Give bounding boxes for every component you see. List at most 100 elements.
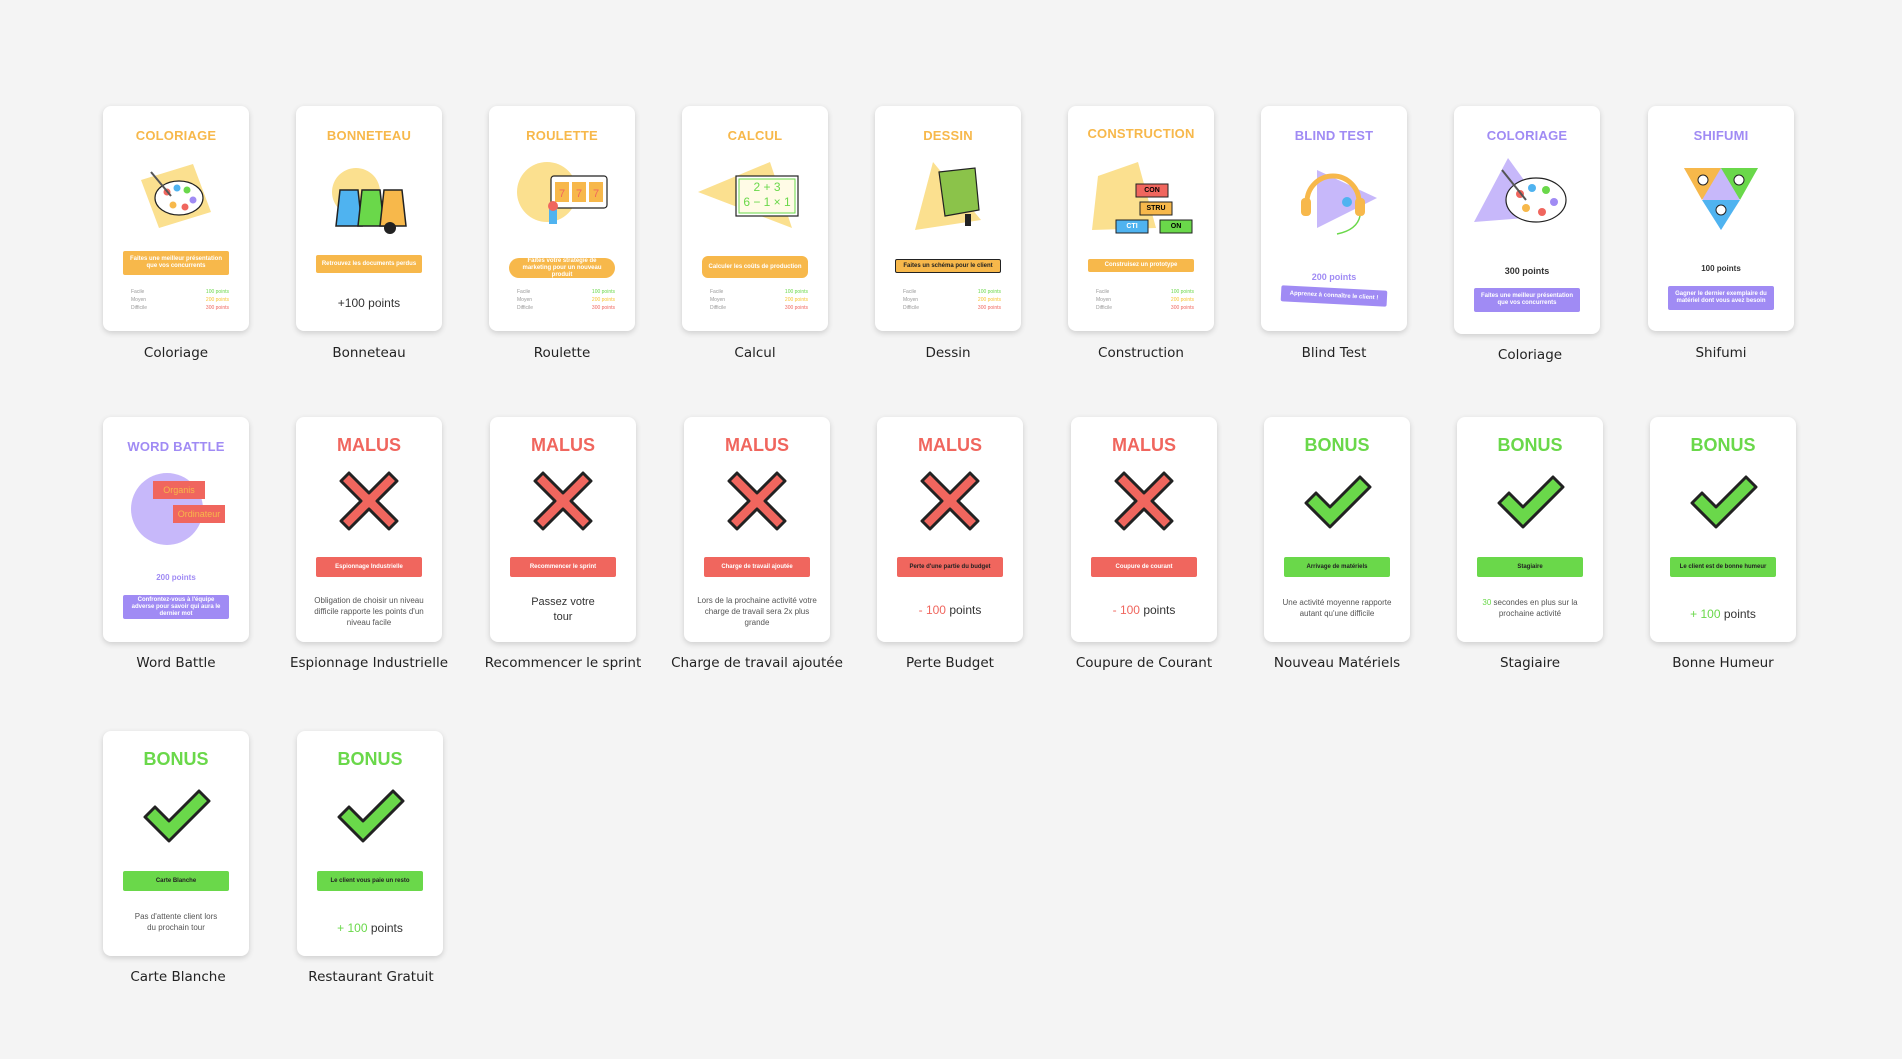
card-banner: Charge de travail ajoutée bbox=[704, 557, 810, 577]
card-banner: Faites une meilleur présentation que vos… bbox=[123, 251, 229, 275]
card-banner: Le client est de bonne humeur bbox=[1670, 557, 1776, 577]
card-blind-test[interactable]: BLIND TEST 200 points Apprenez à connaît… bbox=[1261, 106, 1407, 331]
card-caption: Coloriage bbox=[1497, 347, 1563, 363]
card-title: COLORIAGE bbox=[1486, 128, 1568, 143]
difficulty-table: Facile 100 points Moyen 200 points Diffici… bbox=[710, 289, 808, 311]
cross-icon bbox=[533, 471, 593, 531]
card-description: Pas d'attente client lors du prochain to… bbox=[134, 912, 218, 932]
difficulty-table: Facile 100 points Moyen 200 points Diffici… bbox=[131, 289, 229, 311]
card-banner: Coupure de courant bbox=[1091, 557, 1197, 577]
card-title: MALUS bbox=[337, 435, 401, 455]
card-banner: Faites un schéma pour le client bbox=[895, 259, 1001, 273]
card-caption: Perte Budget bbox=[906, 655, 994, 671]
card-title: BONUS bbox=[1690, 435, 1756, 455]
card-coloriage[interactable]: COLORIAGE Faites une meilleur présentati… bbox=[103, 106, 249, 331]
card-banner: Gagner le dernier exemplaire du matériel… bbox=[1668, 286, 1774, 310]
card-caption: Recommencer le sprint bbox=[484, 655, 642, 671]
card-banner: Apprenez à connaître le client ! bbox=[1280, 285, 1388, 307]
card-banner: Construisez un prototype bbox=[1088, 259, 1194, 272]
card-caption: Charge de travail ajoutée bbox=[671, 655, 843, 671]
card-bonneteau[interactable]: BONNETEAU Retrouvez les documents perdus… bbox=[296, 106, 442, 331]
card-title: CONSTRUCTION bbox=[1087, 126, 1195, 141]
card-banner: Perte d'une partie du budget bbox=[897, 557, 1003, 577]
card-caption: Word Battle bbox=[136, 655, 216, 671]
card-dessin[interactable]: DESSIN Faites un schéma pour le client F… bbox=[875, 106, 1021, 331]
bubble-text: Ordinateur bbox=[177, 509, 221, 519]
card-description: Obligation de choisir un niveau difficil… bbox=[314, 596, 424, 627]
card-banner: Retrouvez les documents perdus bbox=[316, 255, 422, 273]
card-title: WORD BATTLE bbox=[127, 439, 225, 454]
svg-text:7: 7 bbox=[559, 188, 565, 200]
card-caption: Stagiaire bbox=[1499, 655, 1561, 671]
rock-paper-scissors-icon bbox=[1684, 168, 1758, 230]
card-bonus-carte-blanche[interactable]: BONUS Carte Blanche Pas d'attente client… bbox=[103, 731, 249, 956]
card-bonus-humeur[interactable]: BONUS Le client est de bonne humeur + 10… bbox=[1650, 417, 1796, 642]
cross-icon bbox=[339, 471, 399, 531]
points-label: - 100 points bbox=[918, 603, 982, 617]
cross-icon bbox=[1114, 471, 1174, 531]
card-malus-charge[interactable]: MALUS Charge de travail ajoutée Lors de … bbox=[684, 417, 830, 642]
card-caption: Espionnage Industrielle bbox=[289, 655, 449, 671]
card-description: Lors de la prochaine activité votre char… bbox=[697, 596, 817, 627]
card-title: BONUS bbox=[143, 749, 209, 769]
card-shifumi[interactable]: SHIFUMI 100 points Gagner le dernier exe… bbox=[1648, 106, 1794, 331]
svg-text:7: 7 bbox=[576, 188, 582, 200]
checkmark-icon bbox=[1690, 475, 1758, 529]
block-label: CON bbox=[1144, 187, 1160, 194]
card-title: MALUS bbox=[531, 435, 595, 455]
points-label: +100 points bbox=[337, 296, 401, 310]
points-label: - 100 points bbox=[1112, 603, 1176, 617]
card-title: MALUS bbox=[725, 435, 789, 455]
card-caption: Nouveau Matériels bbox=[1273, 655, 1401, 671]
card-malus-courant[interactable]: MALUS Coupure de courant - 100 points bbox=[1071, 417, 1217, 642]
card-banner: Recommencer le sprint bbox=[510, 557, 616, 577]
card-banner: Arrivage de matériels bbox=[1284, 557, 1390, 577]
checkmark-icon bbox=[143, 789, 211, 843]
card-banner: Espionnage Industrielle bbox=[316, 557, 422, 577]
card-title: BLIND TEST bbox=[1294, 128, 1374, 143]
card-bonus-stagiaire[interactable]: BONUS Stagiaire 30 secondes en plus sur … bbox=[1457, 417, 1603, 642]
card-description: Passez votre tour bbox=[531, 596, 595, 623]
card-caption: Shifumi bbox=[1695, 345, 1747, 361]
cross-icon bbox=[920, 471, 980, 531]
card-bonus-materiels[interactable]: BONUS Arrivage de matériels Une activité… bbox=[1264, 417, 1410, 642]
card-banner: Calculer les coûts de production bbox=[702, 256, 808, 278]
card-caption: Dessin bbox=[925, 345, 971, 361]
card-title: BONUS bbox=[337, 749, 403, 769]
svg-text:7: 7 bbox=[593, 188, 599, 200]
card-coloriage-2[interactable]: COLORIAGE 300 points Faites une meilleur… bbox=[1454, 106, 1600, 334]
card-banner: Confrontez-vous à l'équipe adverse pour … bbox=[123, 595, 229, 619]
card-calcul[interactable]: CALCUL 2 + 36 − 1 × 1 Calculer les coûts… bbox=[682, 106, 828, 331]
board-text: 2 + 36 − 1 × 1 bbox=[743, 180, 791, 209]
card-title: MALUS bbox=[1112, 435, 1176, 455]
card-malus-espionnage[interactable]: MALUS Espionnage Industrielle Obligation… bbox=[296, 417, 442, 642]
card-banner: Faites une meilleur présentation que vos… bbox=[1474, 288, 1580, 312]
palette-icon bbox=[141, 164, 211, 228]
card-caption: Coupure de Courant bbox=[1075, 655, 1213, 671]
card-caption: Carte Blanche bbox=[130, 969, 226, 985]
points-label: 300 points bbox=[1504, 266, 1550, 276]
card-malus-sprint[interactable]: MALUS Recommencer le sprint Passez votre… bbox=[490, 417, 636, 642]
cups-icon bbox=[332, 168, 407, 234]
card-title: MALUS bbox=[918, 435, 982, 455]
card-word-battle[interactable]: WORD BATTLE Organis Ordinateur 200 point… bbox=[103, 417, 249, 642]
card-malus-budget[interactable]: MALUS Perte d'une partie du budget - 100… bbox=[877, 417, 1023, 642]
card-roulette[interactable]: ROULETTE 7 7 7 Faites votre stratégie de… bbox=[489, 106, 635, 331]
block-label: STRU bbox=[1146, 205, 1166, 212]
card-caption: Coloriage bbox=[143, 345, 209, 361]
card-caption: Bonneteau bbox=[332, 345, 406, 361]
card-banner: Carte Blanche bbox=[123, 871, 229, 891]
checkmark-icon bbox=[1304, 475, 1372, 529]
card-bonus-restaurant[interactable]: BONUS Le client vous paie un resto + 100… bbox=[297, 731, 443, 956]
points-label: + 100 points bbox=[1690, 607, 1756, 621]
card-title: DESSIN bbox=[923, 128, 973, 143]
palette-icon bbox=[1474, 158, 1567, 223]
card-construction[interactable]: CONSTRUCTION CON STRU CTI ON Construisez… bbox=[1068, 106, 1214, 331]
slot-machine-icon: 7 7 7 bbox=[517, 162, 608, 224]
checkmark-icon bbox=[337, 789, 405, 843]
points-label: 100 points bbox=[1701, 264, 1741, 273]
card-caption: Calcul bbox=[734, 345, 776, 361]
difficulty-table: Facile 100 points Moyen 200 points Diffici… bbox=[903, 289, 1001, 311]
card-title: BONNETEAU bbox=[326, 128, 412, 143]
points-label: 200 points bbox=[156, 573, 196, 582]
